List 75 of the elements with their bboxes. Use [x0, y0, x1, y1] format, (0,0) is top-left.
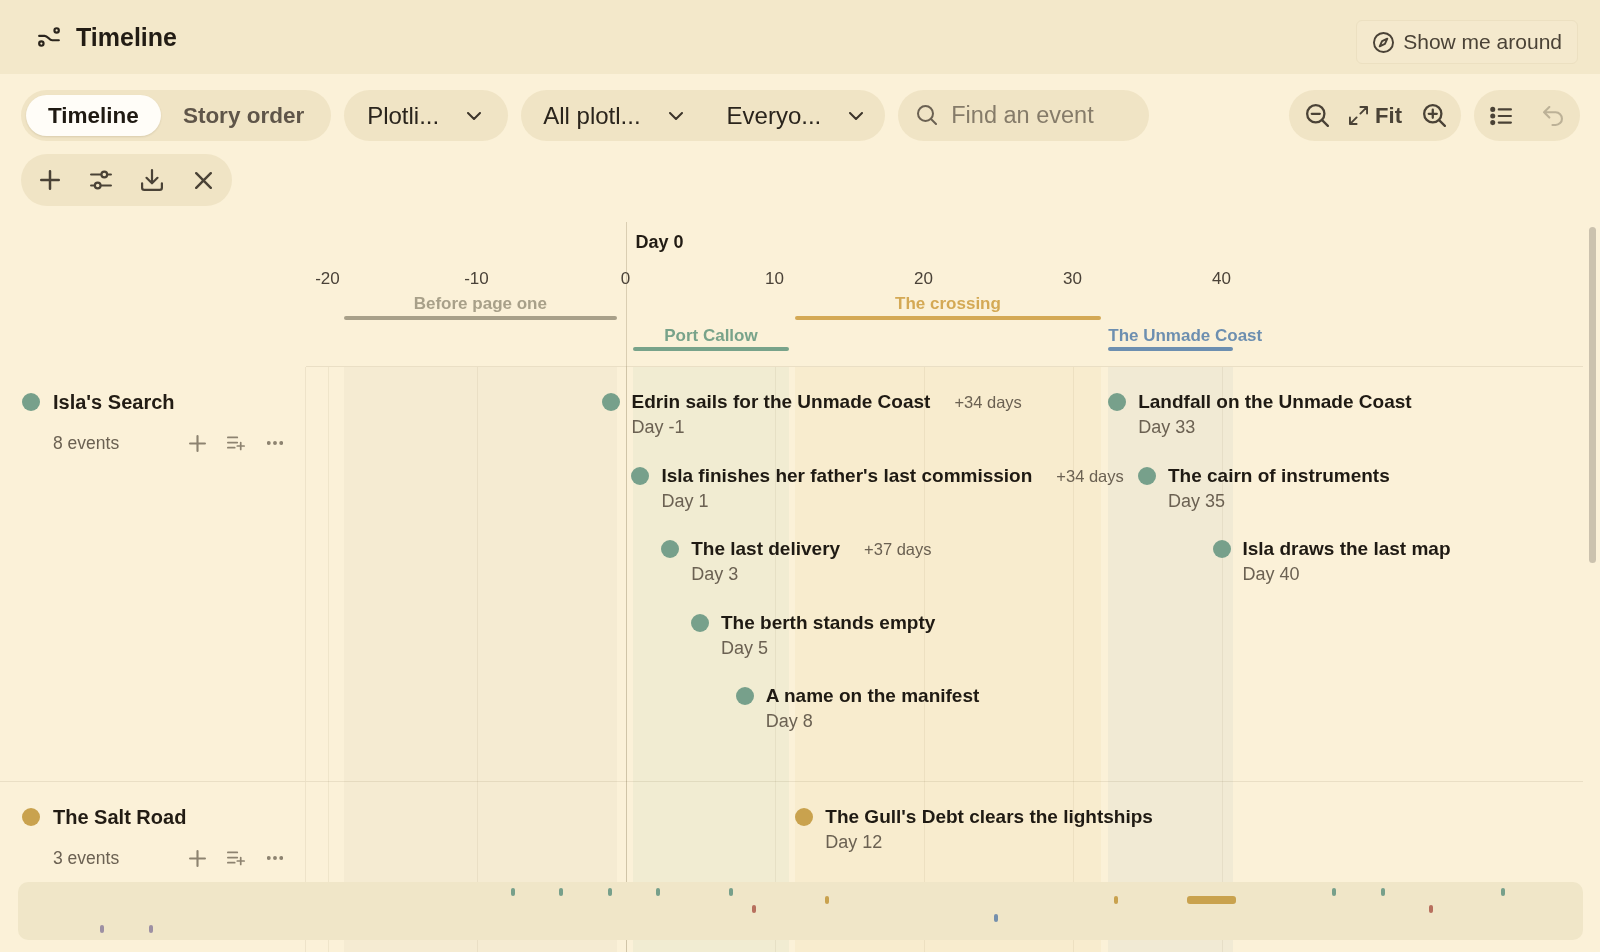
event-day: Day 33 [1138, 415, 1412, 439]
search-icon [917, 105, 938, 125]
undo-icon [1543, 105, 1563, 126]
event-dot-icon[interactable] [601, 393, 620, 411]
event-dot-icon[interactable] [691, 613, 709, 632]
event-title[interactable]: Isla draws the last map [1242, 537, 1451, 562]
event-title[interactable]: The last delivery [691, 537, 841, 562]
list-icon [1490, 104, 1512, 127]
chevron-icon [467, 111, 482, 120]
view-tab[interactable]: Story order [160, 95, 327, 136]
event-title[interactable]: The Gull's Debt clears the lightships [825, 805, 1153, 829]
gap-label: +34 days [1056, 465, 1124, 487]
event-dot-icon[interactable] [1108, 393, 1127, 411]
download-icon [141, 169, 163, 191]
scrollbar-thumb[interactable] [1589, 227, 1596, 563]
event-count: 8 events [53, 432, 120, 455]
event-dot-icon[interactable] [1138, 466, 1156, 485]
axis-tick-label: 30 [1063, 268, 1082, 290]
event-dot-icon[interactable] [735, 687, 754, 706]
axis-tick-label: 10 [765, 268, 784, 290]
event-title[interactable]: Landfall on the Unmade Coast [1138, 390, 1412, 414]
sliders-icon [90, 169, 112, 191]
page-title: Timeline [76, 22, 177, 52]
list-add-icon [227, 434, 245, 452]
event-title[interactable]: Edrin sails for the Unmade Coast [631, 390, 931, 414]
event-title[interactable]: Isla finishes her father's last commission [661, 463, 1033, 488]
event-title[interactable]: A name on the manifest [765, 684, 980, 709]
expand-icon [1349, 106, 1369, 125]
event-title[interactable]: The berth stands empty [721, 610, 936, 635]
compass-icon [1373, 31, 1395, 53]
day-zero-label: Day 0 [635, 231, 684, 253]
event-day: Day -1 [631, 415, 1022, 439]
event-day: Day 40 [1242, 562, 1451, 587]
era-label: Before page one [413, 293, 547, 315]
close-icon [194, 171, 212, 189]
lane-name[interactable]: Isla's Search [53, 390, 175, 414]
plus-icon [40, 170, 60, 190]
plus-icon [188, 434, 206, 452]
view-tab[interactable]: Timeline [26, 95, 161, 136]
era-label: The crossing [895, 293, 1001, 315]
search-field[interactable]: Find an event [898, 90, 1150, 141]
dropdown-button[interactable]: Plotli... [344, 90, 509, 141]
zoom-out-icon [1305, 104, 1329, 127]
gap-label: +34 days [954, 392, 1022, 413]
axis-tick-label: -20 [315, 268, 340, 290]
chevron-icon [668, 111, 683, 120]
route-icon [37, 27, 61, 47]
lane-name[interactable]: The Salt Road [53, 805, 187, 829]
event-day: Day 1 [661, 488, 1124, 513]
fit-button[interactable]: Fit [1345, 95, 1406, 136]
event-day: Day 8 [765, 709, 980, 734]
tour-button[interactable]: Show me around [1356, 20, 1578, 64]
event-title[interactable]: The cairn of instruments [1168, 463, 1390, 488]
list-add-icon [227, 849, 245, 867]
axis-tick-label: 0 [620, 268, 631, 290]
event-day: Day 12 [825, 830, 1153, 854]
axis-tick-label: 20 [914, 268, 933, 290]
event-day: Day 5 [721, 635, 936, 660]
event-dot-icon[interactable] [661, 540, 680, 559]
event-day: Day 3 [691, 562, 932, 587]
axis-tick-label: -10 [464, 268, 489, 290]
event-dot-icon[interactable] [1212, 540, 1231, 559]
era-label: Port Callow [664, 325, 758, 347]
event-dot-icon[interactable] [795, 808, 814, 826]
axis-tick-label: 40 [1212, 268, 1231, 290]
era-label: The Unmade Coast [1108, 325, 1263, 347]
zoom-in-icon [1422, 104, 1446, 127]
chevron-icon [849, 111, 864, 120]
gap-label: +37 days [864, 539, 932, 561]
dropdown-button[interactable]: All plotl... [521, 90, 705, 141]
event-day: Day 35 [1168, 488, 1390, 513]
event-count: 3 events [53, 847, 120, 870]
dropdown-button[interactable]: Everyo... [704, 90, 886, 141]
event-dot-icon[interactable] [631, 466, 650, 485]
plus-icon [188, 849, 206, 867]
